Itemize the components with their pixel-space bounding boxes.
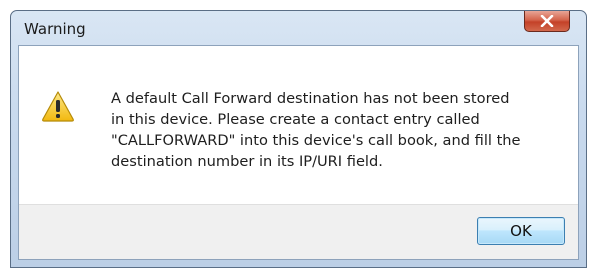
window-title: Warning	[24, 20, 86, 38]
message-line: in this device. Please create a contact …	[111, 111, 480, 128]
dialog-body: A default Call Forward destination has n…	[18, 45, 579, 260]
warning-message: A default Call Forward destination has n…	[111, 88, 571, 172]
ok-button[interactable]: OK	[477, 217, 565, 245]
title-bar[interactable]: Warning	[11, 11, 586, 45]
message-line: A default Call Forward destination has n…	[111, 90, 510, 107]
warning-dialog: Warning A default Call Forward destinati…	[10, 10, 587, 268]
close-button[interactable]	[524, 11, 570, 32]
warning-icon	[41, 90, 75, 122]
message-line: "CALLFORWARD" into this device's call bo…	[111, 132, 521, 149]
message-area: A default Call Forward destination has n…	[19, 46, 578, 215]
button-bar: OK	[19, 204, 578, 259]
close-icon	[525, 11, 569, 31]
message-line: destination number in its IP/URI field.	[111, 153, 383, 170]
